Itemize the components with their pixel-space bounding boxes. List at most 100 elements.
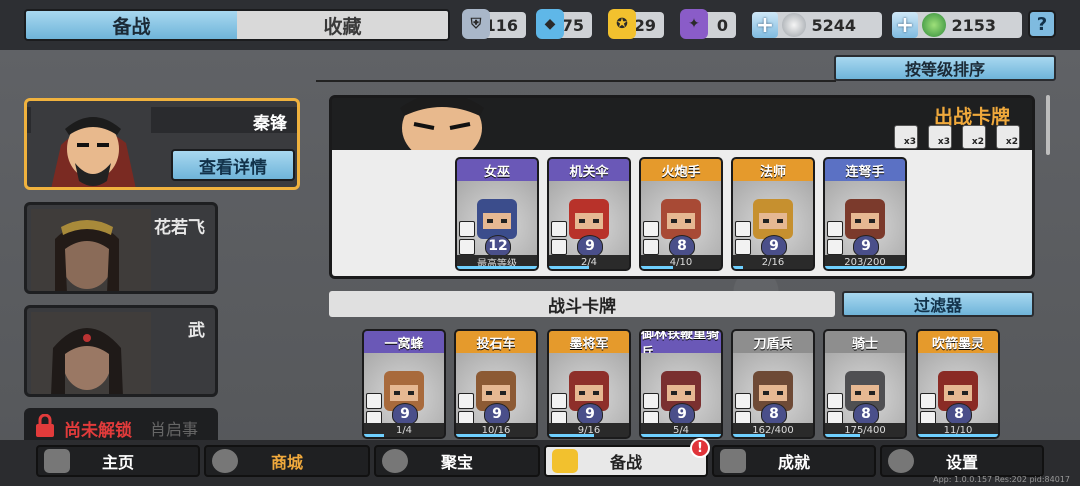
unit-class-icon: [735, 239, 751, 255]
main-tabs: 备战 收藏: [24, 9, 450, 41]
hero-banner-portrait: [400, 98, 484, 150]
hero-portrait: [31, 209, 151, 291]
scrollbar[interactable]: [1046, 95, 1050, 155]
card-level: 8: [761, 403, 787, 425]
counter-bomb-icon: x2: [996, 125, 1020, 149]
nav-treasure[interactable]: 聚宝: [374, 445, 540, 477]
gold-emblem-icon: ✪: [608, 9, 636, 39]
card-icon: [552, 449, 578, 473]
unit-card[interactable]: 御林铁鞭重骑兵95/4: [639, 329, 723, 439]
unit-type-icon: [551, 221, 567, 237]
unit-type-icon: [366, 393, 382, 409]
card-level: 9: [761, 235, 787, 257]
help-button[interactable]: ?: [1028, 10, 1056, 38]
card-progress-bar: [641, 434, 721, 437]
card-progress-bar: [549, 266, 589, 269]
unit-card[interactable]: 火炮手 8 4/10: [639, 157, 723, 271]
house-icon: [44, 449, 70, 473]
sort-by-level-button[interactable]: 按等级排序: [834, 55, 1056, 81]
unit-type-icon: [643, 393, 659, 409]
card-level: 9: [392, 403, 418, 425]
nav-home[interactable]: 主页: [36, 445, 200, 477]
resource-value: 75: [561, 15, 584, 35]
unit-type-icon: [459, 221, 475, 237]
blue-crystal-icon: ◆: [536, 9, 564, 39]
counter-skull-icon: x2: [962, 125, 986, 149]
card-name: 火炮手: [641, 159, 721, 181]
tab-prepare[interactable]: 备战: [26, 11, 237, 39]
card-progress-bar: [549, 434, 594, 437]
card-level: 8: [853, 403, 879, 425]
deck-header: 出战卡牌 x3 x3 x2 x2: [332, 98, 1032, 150]
card-name: 御林铁鞭重骑兵: [641, 331, 721, 361]
nav-prepare[interactable]: 备战: [544, 445, 708, 477]
card-level: 9: [577, 235, 603, 257]
card-name: 骑士: [825, 331, 905, 353]
card-progress-bar: [364, 434, 384, 437]
add-jade-button[interactable]: +: [892, 12, 918, 38]
card-name: 投石车: [456, 331, 536, 353]
unit-card[interactable]: 刀盾兵 8 162/400: [731, 329, 815, 439]
hero-name: 花若飞: [154, 218, 205, 238]
unit-class-icon: [643, 239, 659, 255]
unit-type-icon: [827, 393, 843, 409]
nav-settings[interactable]: 设置: [880, 445, 1044, 477]
nav-shop[interactable]: 商城: [204, 445, 370, 477]
locked-hero-name: 肖启事: [150, 420, 199, 439]
silver-shield-icon: ⛨: [462, 9, 490, 39]
jade-coin-icon: [922, 13, 946, 37]
version-text: App: 1.0.0.157 Res:202 pid:84017: [933, 475, 1070, 484]
counter-helmet-icon: x3: [928, 125, 952, 149]
card-name: 法师: [733, 159, 813, 181]
card-level: 9: [577, 403, 603, 425]
hero-card-huaruofei[interactable]: 花若飞: [24, 202, 218, 294]
unit-type-icon: [551, 393, 567, 409]
divider: [316, 80, 836, 82]
hero-card-qinfeng[interactable]: 秦锋 查看详情: [24, 98, 300, 190]
card-name: 吹箭墨灵: [918, 331, 998, 353]
unit-card[interactable]: 一窝蜂 9 1/4: [362, 329, 446, 439]
resource-blue-crystal: ◆ 75: [536, 9, 592, 39]
unit-type-icon: [735, 221, 751, 237]
unit-card[interactable]: 法师 9 2/16: [731, 157, 815, 271]
hero-name: 武: [188, 321, 205, 341]
unit-card[interactable]: 投石车 9 10/16: [454, 329, 538, 439]
unit-type-icon: [458, 393, 474, 409]
view-details-button[interactable]: 查看详情: [171, 149, 295, 181]
filter-button[interactable]: 过滤器: [842, 291, 1034, 317]
treasure-bowl-icon: [382, 449, 408, 473]
card-progress-bar: [733, 266, 743, 269]
unit-card[interactable]: 机关伞 9 2/4: [547, 157, 631, 271]
unit-type-icon: [920, 393, 936, 409]
unit-card[interactable]: 吹箭墨灵 8 11/10: [916, 329, 1000, 439]
resource-value: 2153: [951, 15, 996, 35]
hero-portrait: [31, 105, 151, 187]
unit-card[interactable]: 女巫 12 最高等级: [455, 157, 539, 271]
card-level: 9: [484, 403, 510, 425]
resource-value: 29: [633, 15, 656, 35]
resource-purple-rune: ✦ 0: [680, 9, 736, 39]
card-name: 刀盾兵: [733, 331, 813, 353]
add-silver-button[interactable]: +: [752, 12, 778, 38]
unit-card[interactable]: 墨将军 9 9/16: [547, 329, 631, 439]
achievement-icon: [720, 449, 746, 473]
locked-label: 尚未解锁: [64, 421, 132, 441]
unit-card[interactable]: 连弩手 9 203/200: [823, 157, 907, 271]
unit-card[interactable]: 骑士 8 175/400: [823, 329, 907, 439]
purple-rune-icon: ✦: [680, 9, 708, 39]
resource-jade-coin: + 2153: [892, 12, 1022, 38]
lock-icon: [36, 414, 54, 437]
card-name: 墨将军: [549, 331, 629, 353]
hero-card-wu[interactable]: 武: [24, 305, 218, 397]
locked-hero[interactable]: 尚未解锁 肖启事: [24, 408, 218, 442]
card-level: 8: [669, 235, 695, 257]
card-name: 连弩手: [825, 159, 905, 181]
resource-value: 5244: [811, 15, 856, 35]
nav-achievements[interactable]: 成就: [712, 445, 876, 477]
card-level: 8: [946, 403, 972, 425]
resource-gold-emblem: ✪ 29: [608, 9, 664, 39]
card-level: 9: [669, 403, 695, 425]
tab-collection[interactable]: 收藏: [237, 11, 448, 39]
notification-badge: !: [690, 438, 710, 458]
resource-value: 0: [716, 15, 728, 35]
